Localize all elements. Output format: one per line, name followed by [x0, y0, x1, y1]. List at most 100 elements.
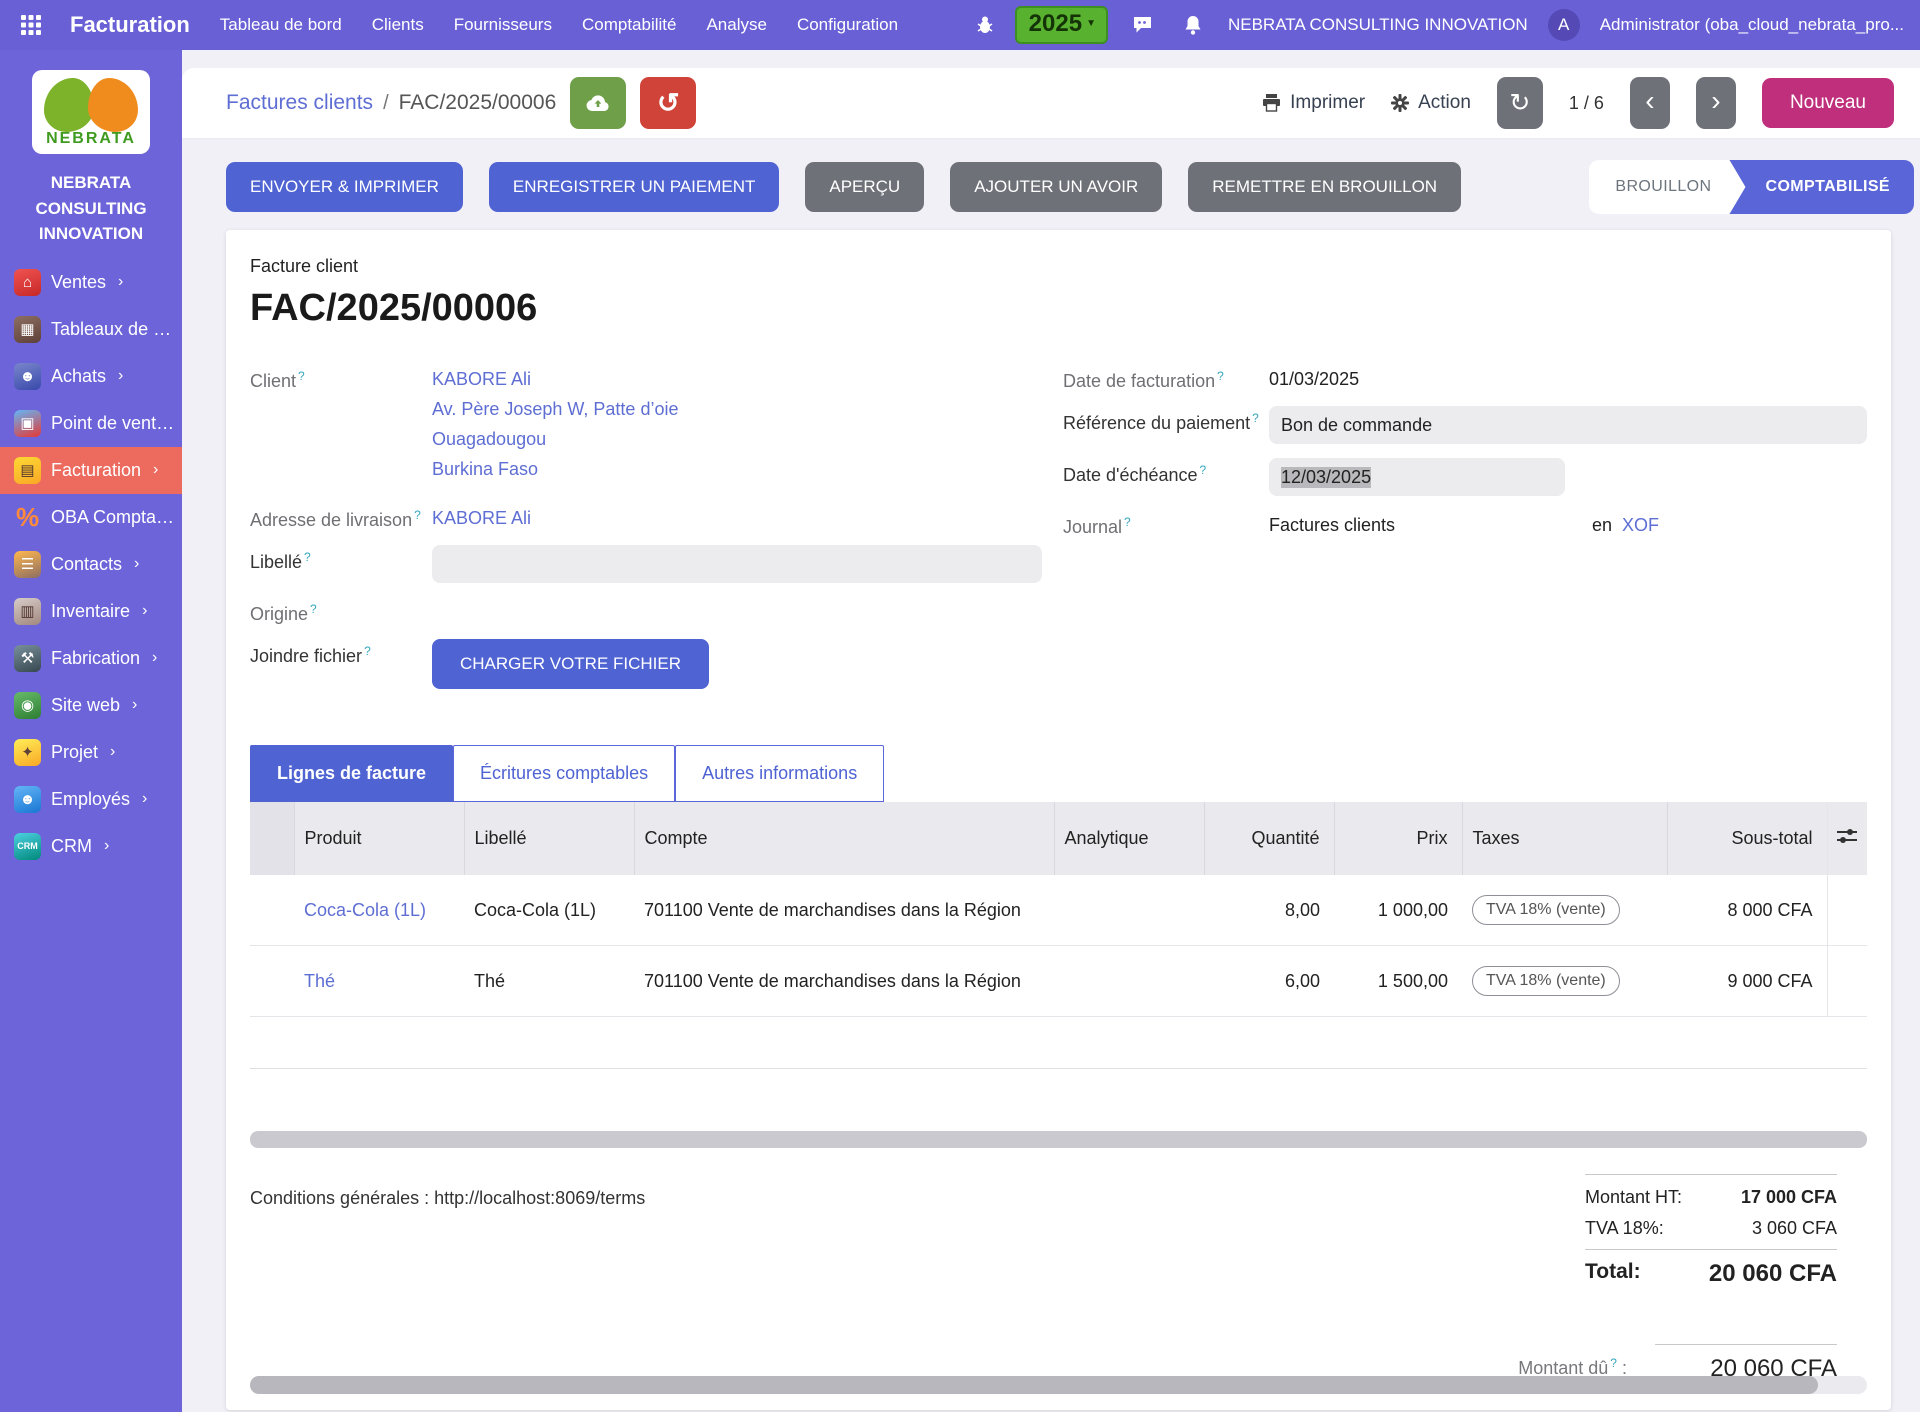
- print-button[interactable]: Imprimer: [1262, 92, 1365, 114]
- currency-link[interactable]: XOF: [1622, 515, 1659, 535]
- tab-journal-items[interactable]: Écritures comptables: [453, 745, 675, 802]
- help-icon: ?: [1217, 369, 1224, 383]
- messages-icon[interactable]: [1128, 10, 1158, 40]
- tab-other-info[interactable]: Autres informations: [675, 745, 884, 802]
- store-icon: ⌂: [14, 269, 41, 296]
- notifications-bell-icon[interactable]: [1178, 10, 1208, 40]
- client-address-line[interactable]: Av. Père Joseph W, Patte d’oie: [432, 399, 678, 419]
- top-navbar: Facturation Tableau de bord Clients Four…: [0, 0, 1920, 50]
- label-input[interactable]: [432, 545, 1042, 583]
- purchase-icon: ☻: [14, 363, 41, 390]
- menu-tableau-de-bord[interactable]: Tableau de bord: [220, 15, 342, 35]
- status-posted[interactable]: COMPTABILISÉ: [1729, 160, 1914, 214]
- column-libelle[interactable]: Libellé: [464, 802, 634, 875]
- tax-amount-value: 3 060 CFA: [1752, 1218, 1837, 1239]
- sidebar-item-point-de-vente[interactable]: ▣ Point de vent…: [0, 400, 182, 447]
- user-avatar[interactable]: A: [1548, 9, 1580, 41]
- line-account: 701100 Vente de marchandises dans la Rég…: [634, 946, 1054, 1017]
- sheet-horizontal-scrollbar[interactable]: [250, 1376, 1867, 1394]
- user-menu[interactable]: Administrator (oba_cloud_nebrata_pro...: [1600, 15, 1904, 35]
- table-horizontal-scrollbar[interactable]: [250, 1131, 1867, 1148]
- sidebar-item-employes[interactable]: ☻ Employés›: [0, 776, 182, 823]
- company-switcher[interactable]: NEBRATA CONSULTING INNOVATION: [1228, 15, 1528, 35]
- sidebar-item-achats[interactable]: ☻ Achats›: [0, 353, 182, 400]
- upload-file-button[interactable]: CHARGER VOTRE FICHIER: [432, 639, 709, 689]
- sidebar-item-contacts[interactable]: ☰ Contacts›: [0, 541, 182, 588]
- control-panel: Factures clients / FAC/2025/00006 ↺ Impr…: [182, 68, 1920, 138]
- debug-bug-icon[interactable]: [975, 15, 995, 35]
- column-sous-total[interactable]: Sous-total: [1667, 802, 1827, 875]
- product-link[interactable]: Thé: [304, 971, 335, 991]
- pager-previous-button[interactable]: ‹: [1630, 77, 1670, 129]
- total-value: 20 060 CFA: [1709, 1260, 1837, 1288]
- sidebar-item-projet[interactable]: ✦ Projet›: [0, 729, 182, 776]
- sidebar-item-ventes[interactable]: ⌂ Ventes›: [0, 259, 182, 306]
- send-print-button[interactable]: ENVOYER & IMPRIMER: [226, 162, 463, 212]
- line-analytic: [1054, 946, 1204, 1017]
- reset-to-draft-button[interactable]: REMETTRE EN BROUILLON: [1188, 162, 1461, 212]
- client-city-line[interactable]: Ouagadougou: [432, 429, 546, 449]
- sidebar-item-site-web[interactable]: ◉ Site web›: [0, 682, 182, 729]
- menu-clients[interactable]: Clients: [372, 15, 424, 35]
- new-record-button[interactable]: Nouveau: [1762, 78, 1894, 128]
- refresh-button[interactable]: ↻: [1497, 77, 1543, 129]
- sidebar-item-fabrication[interactable]: ⚒ Fabrication›: [0, 635, 182, 682]
- fiscal-year-value: 2025: [1029, 12, 1082, 36]
- sidebar-nav: ⌂ Ventes› ▦ Tableaux de … ☻ Achats› ▣ Po…: [0, 259, 182, 870]
- app-name[interactable]: Facturation: [70, 12, 190, 38]
- line-subtotal: 8 000 CFA: [1667, 875, 1827, 946]
- product-link[interactable]: Coca-Cola (1L): [304, 900, 426, 920]
- pager-next-button[interactable]: ›: [1696, 77, 1736, 129]
- due-date-input[interactable]: 12/03/2025: [1269, 458, 1565, 496]
- document-type-label: Facture client: [250, 256, 1867, 277]
- sidebar-item-oba-comptabilite[interactable]: % OBA Compta…: [0, 494, 182, 541]
- menu-analyse[interactable]: Analyse: [706, 15, 766, 35]
- untaxed-amount-value: 17 000 CFA: [1741, 1187, 1837, 1208]
- client-country-line[interactable]: Burkina Faso: [432, 459, 538, 479]
- delivery-address-link[interactable]: KABORE Ali: [432, 508, 531, 528]
- untaxed-amount-label: Montant HT:: [1585, 1187, 1682, 1208]
- company-logo[interactable]: NEBRATA: [32, 70, 150, 154]
- tax-tag: TVA 18% (vente): [1472, 966, 1620, 996]
- column-quantite[interactable]: Quantité: [1204, 802, 1334, 875]
- action-menu-button[interactable]: Action: [1391, 92, 1471, 114]
- tab-invoice-lines[interactable]: Lignes de facture: [250, 745, 453, 802]
- breadcrumb-active-record: FAC/2025/00006: [399, 91, 557, 115]
- help-icon: ?: [1124, 515, 1131, 529]
- column-produit[interactable]: Produit: [294, 802, 464, 875]
- menu-configuration[interactable]: Configuration: [797, 15, 898, 35]
- save-cloud-button[interactable]: [570, 77, 626, 129]
- status-draft[interactable]: BROUILLON: [1615, 178, 1729, 196]
- sidebar-item-crm[interactable]: CRM CRM›: [0, 823, 182, 870]
- preview-button[interactable]: APERÇU: [805, 162, 924, 212]
- payment-ref-input[interactable]: Bon de commande: [1269, 406, 1867, 444]
- column-compte[interactable]: Compte: [634, 802, 1054, 875]
- invoice-form-sheet: Facture client FAC/2025/00006 Client? KA…: [226, 230, 1891, 1410]
- client-link[interactable]: KABORE Ali: [432, 369, 531, 389]
- fiscal-year-selector[interactable]: 2025 ▼: [1015, 6, 1108, 44]
- table-row[interactable]: Coca-Cola (1L) Coca-Cola (1L) 701100 Ven…: [250, 875, 1867, 946]
- optional-columns-button[interactable]: [1827, 802, 1867, 875]
- attach-file-label: Joindre fichier?: [250, 639, 432, 667]
- column-taxes[interactable]: Taxes: [1462, 802, 1667, 875]
- breadcrumb[interactable]: Factures clients: [226, 91, 373, 115]
- apps-grid-icon[interactable]: [16, 10, 46, 40]
- pos-cart-icon: ▣: [14, 410, 41, 437]
- column-analytique[interactable]: Analytique: [1054, 802, 1204, 875]
- employees-icon: ☻: [14, 786, 41, 813]
- line-label: Thé: [464, 946, 634, 1017]
- discard-undo-button[interactable]: ↺: [640, 77, 696, 129]
- sidebar-item-facturation[interactable]: ▤ Facturation›: [0, 447, 182, 494]
- percent-icon: %: [14, 504, 41, 531]
- scrollbar-thumb[interactable]: [250, 1376, 1818, 1394]
- register-payment-button[interactable]: ENREGISTRER UN PAIEMENT: [489, 162, 779, 212]
- line-subtotal: 9 000 CFA: [1667, 946, 1827, 1017]
- column-prix[interactable]: Prix: [1334, 802, 1462, 875]
- add-credit-note-button[interactable]: AJOUTER UN AVOIR: [950, 162, 1162, 212]
- table-row[interactable]: Thé Thé 701100 Vente de marchandises dan…: [250, 946, 1867, 1017]
- menu-comptabilite[interactable]: Comptabilité: [582, 15, 677, 35]
- line-price: 1 000,00: [1334, 875, 1462, 946]
- sidebar-item-tableaux-de-bord[interactable]: ▦ Tableaux de …: [0, 306, 182, 353]
- menu-fournisseurs[interactable]: Fournisseurs: [454, 15, 552, 35]
- sidebar-item-inventaire[interactable]: ▥ Inventaire›: [0, 588, 182, 635]
